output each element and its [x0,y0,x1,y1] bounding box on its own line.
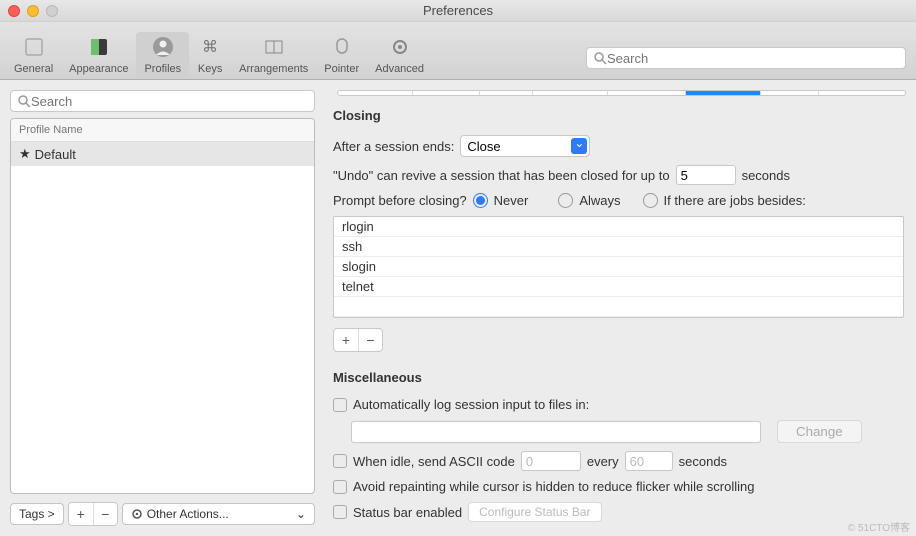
prompt-always-radio[interactable] [558,193,573,208]
main-toolbar: General Appearance Profiles ⌘Keys Arrang… [0,22,916,80]
toolbar-search-input[interactable] [607,51,899,66]
gear-icon [387,34,413,60]
toolbar-pointer[interactable]: Pointer [316,32,367,79]
tab-terminal[interactable]: Terminal [608,91,686,96]
profile-name: Default [35,147,76,162]
tab-general[interactable]: General [338,91,413,96]
appearance-icon [86,34,112,60]
remove-profile-button[interactable]: − [93,503,117,525]
undo-text-prefix: "Undo" can revive a session that has bee… [333,168,670,183]
auto-log-checkbox[interactable] [333,398,347,412]
idle-code-input[interactable] [521,451,581,471]
toolbar-advanced[interactable]: Advanced [367,32,432,79]
list-item-empty [334,297,903,317]
star-icon: ★ [19,146,31,162]
misc-title: Miscellaneous [333,370,906,385]
auto-log-label: Automatically log session input to files… [353,397,589,412]
list-item[interactable]: telnet [334,277,903,297]
svg-text:⌘: ⌘ [202,39,218,56]
chevron-down-icon: ⌄ [296,507,306,521]
profile-column-header: Profile Name [11,119,314,142]
undo-text-suffix: seconds [742,168,790,183]
closing-title: Closing [333,108,906,123]
prompt-label: Prompt before closing? [333,193,467,208]
add-job-button[interactable]: + [334,329,358,351]
other-actions-button[interactable]: Other Actions... ⌄ [122,503,315,525]
log-path-input[interactable] [351,421,761,443]
gear-icon [131,508,143,520]
toolbar-profiles[interactable]: Profiles [136,32,189,79]
window-title: Preferences [0,3,916,18]
idle-checkbox[interactable] [333,454,347,468]
profile-search-input[interactable] [31,94,308,109]
list-item[interactable]: slogin [334,257,903,277]
toolbar-general[interactable]: General [6,32,61,79]
arrangements-icon [261,34,287,60]
tags-button[interactable]: Tags > [10,503,64,525]
jobs-list[interactable]: rlogin ssh slogin telnet [333,216,904,318]
toolbar-search [586,47,906,69]
search-icon [17,94,31,108]
toolbar-appearance[interactable]: Appearance [61,32,136,79]
after-ends-select[interactable]: Close [460,135,590,157]
tab-text[interactable]: Text [480,91,533,96]
avoid-repaint-checkbox[interactable] [333,480,347,494]
general-icon [21,34,47,60]
prompt-jobs-radio[interactable] [643,193,658,208]
undo-seconds-input[interactable] [676,165,736,185]
settings-panel: General Colors Text Window Terminal Sess… [331,90,906,526]
profile-tabs: General Colors Text Window Terminal Sess… [337,90,906,96]
idle-seconds-input[interactable] [625,451,673,471]
tab-session[interactable]: Session [686,91,761,96]
prompt-never-radio[interactable] [473,193,488,208]
watermark: © 51CTO博客 [848,519,910,534]
change-button[interactable]: Change [777,420,862,443]
toolbar-keys[interactable]: ⌘Keys [189,32,231,79]
add-profile-button[interactable]: + [69,503,93,525]
remove-job-button[interactable]: − [358,329,382,351]
list-item[interactable]: rlogin [334,217,903,237]
titlebar: Preferences [0,0,916,22]
profiles-sidebar: Profile Name ★ Default Tags > + − Other … [10,90,315,526]
toolbar-arrangements[interactable]: Arrangements [231,32,316,79]
configure-status-bar-button[interactable]: Configure Status Bar [468,502,601,522]
tab-keys[interactable]: Keys [761,91,819,96]
list-item[interactable]: ssh [334,237,903,257]
tab-advanced[interactable]: Advanced [819,91,905,96]
profile-item-default[interactable]: ★ Default [11,142,314,166]
pointer-icon [329,34,355,60]
keys-icon: ⌘ [197,34,223,60]
tab-colors[interactable]: Colors [413,91,480,96]
search-icon [593,51,607,65]
tab-window[interactable]: Window [533,91,608,96]
profiles-icon [150,34,176,60]
status-bar-checkbox[interactable] [333,505,347,519]
after-ends-label: After a session ends: [333,139,454,154]
